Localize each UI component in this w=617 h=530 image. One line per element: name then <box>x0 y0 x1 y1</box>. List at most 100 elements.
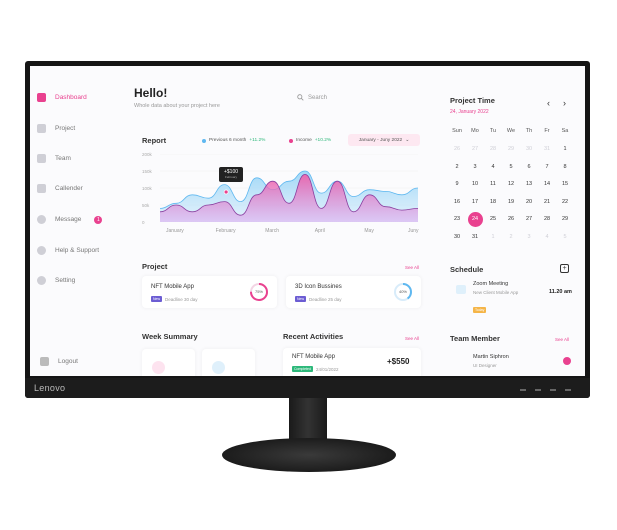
calendar-weekday-label: Th <box>525 128 533 134</box>
recent-activity-item[interactable]: NFT Mobile App Completed 24/01/2022 +$55… <box>283 348 421 376</box>
sidebar-item-message[interactable]: Message 1 <box>37 215 103 224</box>
calendar-day[interactable]: 26 <box>448 146 466 152</box>
monitor-button <box>520 389 526 391</box>
event-subtitle: New Client Mobile App <box>473 290 519 295</box>
calendar-day[interactable]: 4 <box>538 234 556 240</box>
calendar-day[interactable]: 30 <box>448 234 466 240</box>
calendar-day[interactable]: 2 <box>502 234 520 240</box>
project-icon <box>37 124 46 133</box>
calendar-day[interactable]: 15 <box>556 181 574 187</box>
chat-icon[interactable] <box>563 357 571 365</box>
calendar-day[interactable]: 17 <box>466 199 484 205</box>
dashboard-screen: Dashboard Project Team Callender Message… <box>30 66 585 376</box>
calendar-day[interactable]: 16 <box>448 199 466 205</box>
calendar-day[interactable]: 29 <box>502 146 520 152</box>
calendar-next-button[interactable]: › <box>563 98 566 108</box>
sidebar-item-label: Team <box>55 155 71 162</box>
calendar-day[interactable]: 27 <box>466 146 484 152</box>
team-member-title: Team Member <box>450 334 500 343</box>
calendar-day[interactable]: 14 <box>538 181 556 187</box>
project-see-all-link[interactable]: See All <box>405 265 419 270</box>
calendar-day[interactable]: 19 <box>502 199 520 205</box>
activity-meta: Completed 24/01/2022 <box>292 366 338 372</box>
calendar-day[interactable]: 8 <box>556 164 574 170</box>
calendar-day[interactable]: 9 <box>448 181 466 187</box>
add-schedule-button[interactable]: + <box>560 264 569 273</box>
progress-value: 40% <box>398 289 407 294</box>
calendar-day[interactable]: 20 <box>520 199 538 205</box>
calendar-day[interactable]: 22 <box>556 199 574 205</box>
date-range-label: January - Juny 2022 <box>358 137 403 143</box>
sidebar-item-help[interactable]: Help & Support <box>37 246 99 255</box>
project-card-3d-icon[interactable]: 3D Icon Bussines New Deadline 25 day 40% <box>286 276 421 308</box>
logout-button[interactable]: Logout <box>40 357 78 366</box>
calendar-day[interactable]: 27 <box>520 216 538 222</box>
calendar-day[interactable]: 4 <box>484 164 502 170</box>
calendar-prev-button[interactable]: ‹ <box>547 98 550 108</box>
project-tag: New <box>295 296 307 302</box>
calendar-day[interactable]: 5 <box>502 164 520 170</box>
message-icon <box>37 215 46 224</box>
x-tick-label: February <box>215 228 236 234</box>
page-title: Hello! <box>134 86 168 100</box>
calendar-day[interactable]: 11 <box>484 181 502 187</box>
recent-see-all-link[interactable]: See All <box>405 336 419 341</box>
calendar-day[interactable]: 10 <box>466 181 484 187</box>
calendar-day[interactable]: 18 <box>484 199 502 205</box>
x-tick-label: Juny <box>408 228 419 234</box>
calendar-day[interactable]: 24 <box>466 216 484 222</box>
sidebar-item-dashboard[interactable]: Dashboard <box>37 93 87 102</box>
calendar-day[interactable]: 7 <box>538 164 556 170</box>
monitor-button <box>535 389 541 391</box>
calendar-day[interactable]: 13 <box>520 181 538 187</box>
calendar-day[interactable]: 31 <box>466 234 484 240</box>
logout-icon <box>40 357 49 366</box>
calendar-day[interactable]: 26 <box>502 216 520 222</box>
calendar-day[interactable]: 3 <box>466 164 484 170</box>
sidebar-item-callender[interactable]: Callender <box>37 184 83 193</box>
sidebar-item-team[interactable]: Team <box>37 154 71 163</box>
calendar-day[interactable]: 1 <box>484 234 502 240</box>
team-see-all-link[interactable]: See All <box>555 337 569 342</box>
activity-date: 24/01/2022 <box>315 366 339 372</box>
event-time: 11.20 am <box>549 289 572 295</box>
calendar-day[interactable]: 12 <box>502 181 520 187</box>
sidebar-item-setting[interactable]: Setting <box>37 276 75 285</box>
calendar-day[interactable]: 3 <box>520 234 538 240</box>
date-range-select[interactable]: January - Juny 2022 ⌄ <box>348 134 420 146</box>
legend-previous-dot <box>202 138 206 143</box>
calendar-day[interactable]: 23 <box>448 216 466 222</box>
sidebar-item-project[interactable]: Project <box>37 124 75 133</box>
project-tag: New <box>151 296 163 302</box>
project-card-nft[interactable]: NFT Mobile App New Deadline 30 day 75% <box>142 276 277 308</box>
project-section-title: Project <box>142 262 168 271</box>
week-summary-title: Week Summary <box>142 332 198 341</box>
calendar-day[interactable]: 25 <box>484 216 502 222</box>
calendar-day[interactable]: 30 <box>520 146 538 152</box>
sidebar-item-label: Callender <box>55 185 83 192</box>
legend-income: Income +10.2% <box>289 138 331 143</box>
calendar-day[interactable]: 29 <box>556 216 574 222</box>
project-name: NFT Mobile App <box>151 284 194 290</box>
x-tick-label: May <box>364 228 374 234</box>
search-input[interactable]: Search <box>297 94 327 101</box>
pie-chart-icon <box>152 361 165 374</box>
gear-icon <box>37 276 46 285</box>
legend-income-change: +10.2% <box>314 138 332 143</box>
calendar-day[interactable]: 2 <box>448 164 466 170</box>
calendar-day[interactable]: 28 <box>538 216 556 222</box>
chart-highlight-point[interactable] <box>223 189 229 195</box>
calendar-day[interactable]: 31 <box>538 146 556 152</box>
member-role: UI Designer <box>473 363 497 368</box>
x-tick-label: January <box>166 228 184 234</box>
calendar-day[interactable]: 1 <box>556 146 574 152</box>
calendar-day[interactable]: 5 <box>556 234 574 240</box>
calendar-weekday-label: Mo <box>471 128 479 134</box>
monitor-chin <box>25 378 590 398</box>
calendar-day[interactable]: 6 <box>520 164 538 170</box>
calendar-icon <box>37 184 46 193</box>
event-tag-wrap: Today <box>473 298 487 316</box>
calendar-weekday-label: Fr <box>544 128 550 134</box>
calendar-day[interactable]: 28 <box>484 146 502 152</box>
calendar-day[interactable]: 21 <box>538 199 556 205</box>
